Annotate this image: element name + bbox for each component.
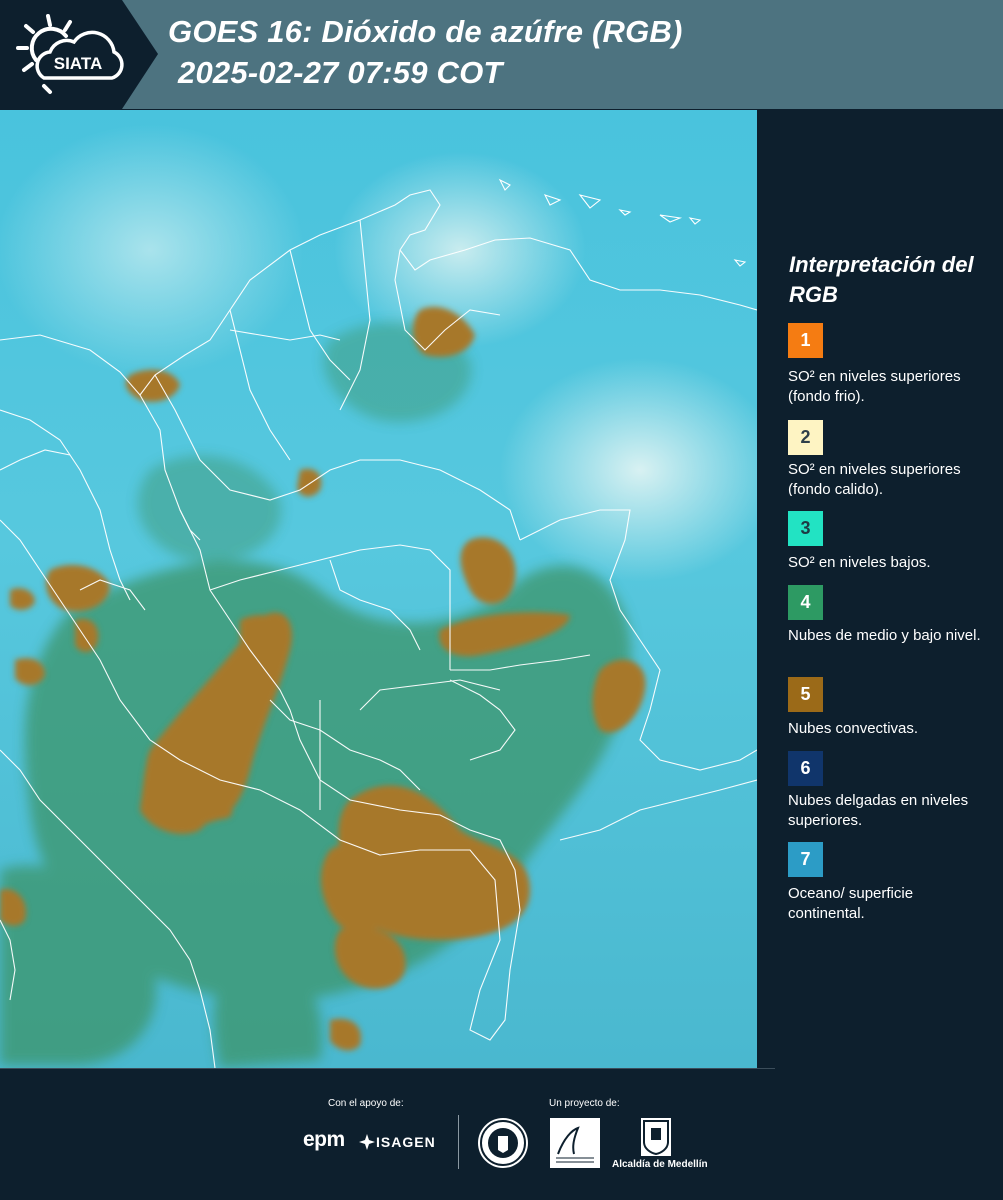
legend-swatch-7: 7: [788, 842, 823, 877]
legend-label-2: SO² en niveles superiores (fondo calido)…: [788, 461, 961, 496]
legend-swatch-3: 3: [788, 511, 823, 546]
legend-label-7: Oceano/ superficie continental.: [788, 885, 914, 922]
header-bar: SIATA GOES 16: Dióxido de azúfre (RGB) 2…: [0, 0, 1003, 109]
legend-number: 1: [800, 330, 811, 350]
legend-number: 5: [800, 684, 811, 704]
support-label: Con el apoyo de:: [328, 1098, 404, 1109]
legend-swatch-6: 6: [788, 751, 823, 786]
area-metropolitana-logo: [550, 1118, 600, 1168]
legend-label-4: Nubes de medio y bajo nivel.: [788, 627, 981, 644]
legend-label-1: SO² en niveles superiores (fondo frio).: [788, 368, 961, 405]
satellite-composite-image: [0, 178, 757, 1068]
legend-number: 7: [800, 849, 811, 869]
alcaldia-shield-logo: [641, 1118, 671, 1156]
legend-swatch-2: 2: [788, 420, 823, 455]
university-seal-logo: [478, 1118, 528, 1168]
isagen-logo: ISAGEN: [376, 1134, 436, 1150]
legend-label-5: Nubes convectivas.: [788, 720, 919, 737]
satellite-map[interactable]: [0, 110, 757, 1068]
legend-number: 2: [800, 427, 811, 447]
siata-sun-cloud-icon: SIATA: [16, 14, 124, 94]
legend-number: 3: [800, 518, 811, 538]
isagen-star-icon: [359, 1134, 375, 1150]
footer-vertical-divider: [458, 1115, 459, 1169]
legend-swatch-5: 5: [788, 677, 823, 712]
footer-divider-line: [0, 1068, 775, 1069]
epm-logo: epm: [303, 1128, 345, 1151]
page-title: GOES 16: Dióxido de azúfre (RGB): [168, 14, 683, 49]
legend-label-3: SO² en niveles bajos.: [788, 554, 931, 571]
legend-title: Interpretación del RGB: [789, 252, 974, 307]
legend-swatch-1: 1: [788, 323, 823, 358]
siata-logo: SIATA: [0, 0, 158, 109]
project-label: Un proyecto de:: [549, 1098, 620, 1109]
legend-number: 4: [800, 592, 811, 612]
legend-swatch-4: 4: [788, 585, 823, 620]
legend-number: 6: [800, 758, 811, 778]
legend-label-6: Nubes delgadas en niveles superiores.: [788, 792, 969, 829]
svg-text:SIATA: SIATA: [54, 54, 102, 73]
page-timestamp: 2025-02-27 07:59 COT: [178, 55, 503, 90]
alcaldia-label: Alcaldía de Medellín: [612, 1159, 708, 1170]
